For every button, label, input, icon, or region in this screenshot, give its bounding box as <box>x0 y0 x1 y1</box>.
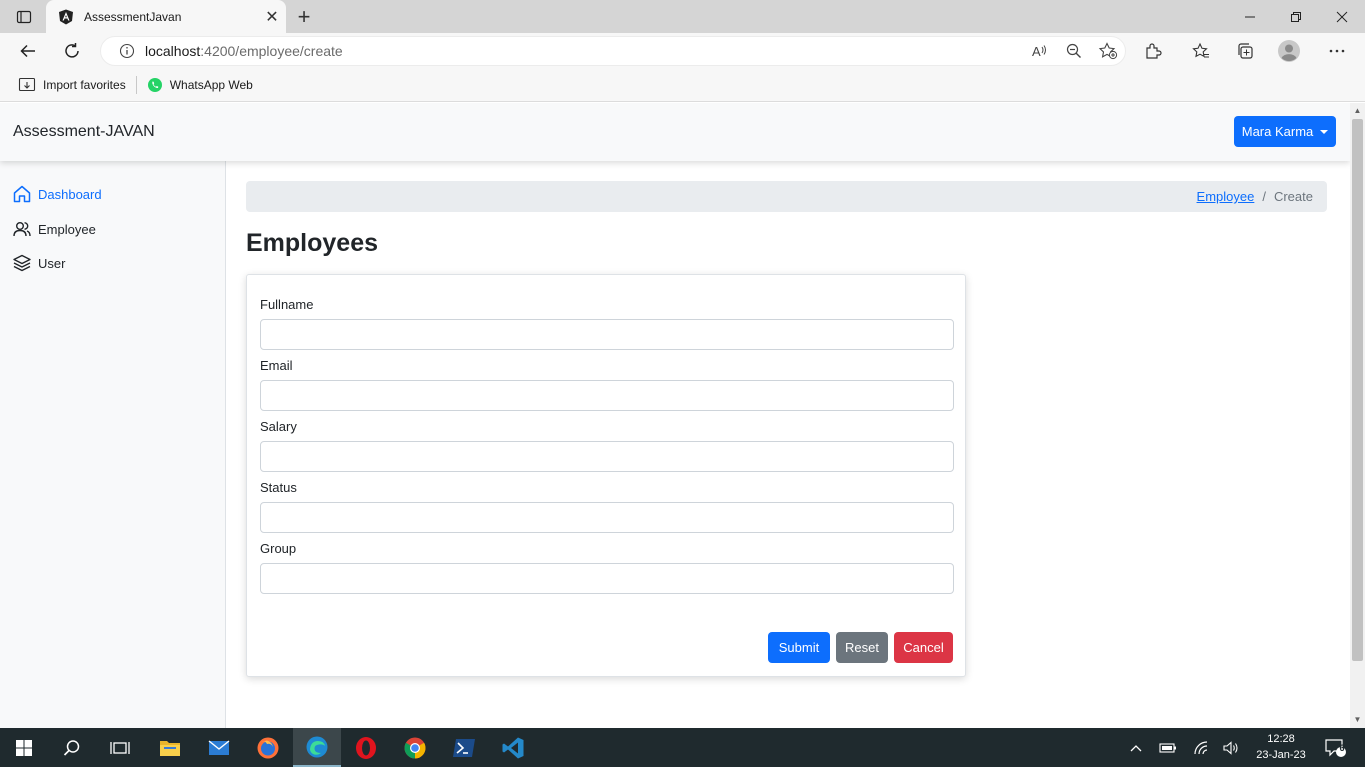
fullname-label: Fullname <box>260 297 314 312</box>
zoom-out-icon[interactable] <box>1057 37 1091 65</box>
collections-icon[interactable] <box>1228 36 1262 66</box>
group-input[interactable] <box>260 563 954 594</box>
whatsapp-icon <box>147 78 162 92</box>
mail-icon[interactable] <box>195 728 243 767</box>
favorites-icon[interactable] <box>1184 36 1218 66</box>
scrollbar-thumb[interactable] <box>1352 119 1363 661</box>
notification-center-icon[interactable]: 6 <box>1320 728 1350 767</box>
add-favorite-icon[interactable] <box>1091 37 1125 65</box>
file-explorer-icon[interactable] <box>146 728 194 767</box>
favorites-bar: Import favorites WhatsApp Web <box>0 69 1365 102</box>
clock-date: 23-Jan-23 <box>1256 749 1306 761</box>
scroll-up-icon[interactable]: ▲ <box>1353 106 1362 115</box>
reset-button[interactable]: Reset <box>836 632 888 663</box>
breadcrumb: Employee / Create <box>246 181 1327 212</box>
status-label: Status <box>260 480 297 495</box>
sidebar: Dashboard Employee User <box>0 161 226 728</box>
read-aloud-icon[interactable]: A <box>1023 37 1057 65</box>
bookmark-divider <box>135 76 137 94</box>
breadcrumb-current: Create <box>1273 189 1313 204</box>
app-navbar: Assessment-JAVAN Mara Karma <box>0 103 1350 161</box>
wifi-icon[interactable] <box>1190 728 1212 767</box>
sidebar-item-user[interactable]: User <box>12 252 65 274</box>
battery-icon[interactable] <box>1157 728 1179 767</box>
system-clock[interactable]: 12:28 23-Jan-23 <box>1250 731 1312 763</box>
status-input[interactable] <box>260 502 954 533</box>
home-icon <box>13 185 31 203</box>
caret-down-icon <box>1320 129 1329 134</box>
edge-icon[interactable] <box>293 728 341 767</box>
fullname-input[interactable] <box>260 319 954 350</box>
page-title: Employees <box>246 229 379 257</box>
browser-toolbar: localhost:4200/employee/create A <box>0 33 1365 69</box>
breadcrumb-separator: / <box>1262 189 1266 204</box>
user-menu-button[interactable]: Mara Karma <box>1234 116 1336 147</box>
minimize-icon[interactable] <box>1227 0 1273 33</box>
scroll-down-icon[interactable]: ▼ <box>1353 715 1362 724</box>
windows-taskbar: 12:28 23-Jan-23 6 <box>0 728 1365 767</box>
clock-time: 12:28 <box>1267 733 1295 745</box>
powershell-icon[interactable] <box>440 728 488 767</box>
notification-count: 6 <box>1339 743 1345 753</box>
opera-icon[interactable] <box>342 728 390 767</box>
search-icon[interactable] <box>48 728 96 767</box>
show-hidden-icons-icon[interactable] <box>1125 728 1147 767</box>
email-label: Email <box>260 358 293 373</box>
svg-text:A: A <box>1032 44 1041 59</box>
window-close-icon[interactable] <box>1319 0 1365 33</box>
salary-input[interactable] <box>260 441 954 472</box>
tab-close-icon[interactable]: ✕ <box>258 3 286 31</box>
import-icon <box>18 77 36 92</box>
layers-icon <box>13 254 31 272</box>
bookmark-whatsapp-web[interactable]: WhatsApp Web <box>141 72 259 98</box>
app-brand[interactable]: Assessment-JAVAN <box>13 123 155 141</box>
new-tab-button[interactable]: + <box>290 4 318 30</box>
page-scrollbar[interactable]: ▲ ▼ <box>1350 103 1365 728</box>
tab-title: AssessmentJavan <box>84 9 182 24</box>
breadcrumb-link-employee[interactable]: Employee <box>1197 189 1255 204</box>
bookmark-import-favorites[interactable]: Import favorites <box>12 72 132 98</box>
sidebar-item-dashboard[interactable]: Dashboard <box>12 183 102 205</box>
salary-label: Salary <box>260 419 297 434</box>
page-viewport: Assessment-JAVAN Mara Karma Dashboard Em… <box>0 103 1350 728</box>
tab-actions-icon[interactable] <box>10 6 38 28</box>
restore-icon[interactable] <box>1273 0 1319 33</box>
refresh-icon[interactable] <box>56 36 88 66</box>
profile-avatar[interactable] <box>1272 36 1306 66</box>
employee-form-card: Fullname Email Salary Status Group Submi… <box>246 274 966 677</box>
browser-tab[interactable]: AssessmentJavan ✕ <box>46 0 286 33</box>
email-input[interactable] <box>260 380 954 411</box>
site-info-icon[interactable] <box>109 43 145 59</box>
task-view-icon[interactable] <box>96 728 144 767</box>
back-icon[interactable] <box>12 36 44 66</box>
chrome-icon[interactable] <box>391 728 439 767</box>
people-icon <box>13 222 31 237</box>
address-bar[interactable]: localhost:4200/employee/create A <box>100 36 1126 66</box>
angular-icon <box>59 9 73 24</box>
submit-button[interactable]: Submit <box>768 632 830 663</box>
vscode-icon[interactable] <box>489 728 537 767</box>
sidebar-item-employee[interactable]: Employee <box>12 218 96 240</box>
firefox-icon[interactable] <box>244 728 292 767</box>
cancel-button[interactable]: Cancel <box>894 632 953 663</box>
browser-tab-bar: AssessmentJavan ✕ + <box>0 0 1365 33</box>
extensions-icon[interactable] <box>1136 36 1170 66</box>
windows-start-icon[interactable] <box>0 728 48 767</box>
more-options-icon[interactable] <box>1320 36 1354 66</box>
group-label: Group <box>260 541 297 556</box>
url-text: localhost:4200/employee/create <box>145 43 343 59</box>
volume-icon[interactable] <box>1220 728 1242 767</box>
